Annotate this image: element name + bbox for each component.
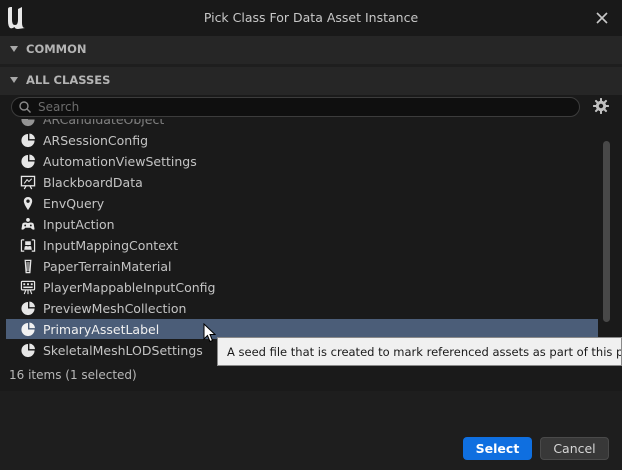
dialog-title: Pick Class For Data Asset Instance — [203, 10, 419, 25]
section-common-label: COMMON — [26, 42, 87, 56]
list-item-selected[interactable]: PrimaryAssetLabel — [6, 319, 598, 339]
list-item-label: BlackboardData — [43, 175, 143, 190]
section-all-classes-label: ALL CLASSES — [26, 73, 111, 87]
list-item-label: PreviewMeshCollection — [43, 301, 187, 316]
cancel-button[interactable]: Cancel — [540, 437, 609, 460]
paper-terrain-icon — [24, 259, 32, 274]
list-item-label: ARSessionConfig — [43, 133, 149, 148]
class-icon — [21, 133, 36, 148]
list-item-label: PrimaryAssetLabel — [43, 322, 160, 337]
location-pin-icon — [23, 196, 33, 211]
mouse-pointer-icon — [203, 323, 216, 343]
search-input[interactable] — [38, 98, 568, 116]
search-icon — [19, 101, 31, 113]
list-item[interactable]: AutomationViewSettings — [6, 151, 600, 171]
class-icon — [21, 322, 36, 337]
chevron-down-icon — [10, 77, 18, 83]
list-item[interactable]: InputAction — [6, 214, 600, 234]
class-icon — [21, 343, 36, 358]
chevron-down-icon — [10, 46, 18, 52]
list-item-label: AutomationViewSettings — [43, 154, 197, 169]
search-box[interactable] — [11, 97, 580, 117]
section-common[interactable]: COMMON — [0, 36, 622, 64]
list-item[interactable]: PlayerMappableInputConfig — [6, 277, 600, 297]
list-item-label: InputMappingContext — [43, 238, 178, 253]
item-count-status: 16 items (1 selected) — [9, 368, 137, 382]
gamepad-icon — [21, 217, 35, 230]
list-item-label: SkeletalMeshLODSettings — [43, 343, 203, 358]
list-item[interactable]: BlackboardData — [6, 172, 600, 192]
list-item-label: PlayerMappableInputConfig — [43, 280, 216, 295]
list-item-label: EnvQuery — [43, 196, 105, 211]
close-icon[interactable] — [592, 8, 612, 28]
list-item-label: InputAction — [43, 217, 115, 232]
title-bar: Pick Class For Data Asset Instance — [0, 0, 622, 36]
list-scrollbar[interactable] — [603, 141, 610, 322]
class-icon — [21, 119, 35, 127]
keyboard-icon — [20, 280, 36, 295]
class-list[interactable]: ARCandidateObject ARSessionConfig Automa… — [6, 119, 600, 362]
input-mapping-icon — [20, 239, 36, 252]
select-button[interactable]: Select — [463, 437, 532, 460]
blackboard-icon — [20, 175, 36, 190]
list-item-label: PaperTerrainMaterial — [43, 259, 172, 274]
section-all-classes[interactable]: ALL CLASSES — [0, 67, 622, 95]
class-icon — [21, 154, 36, 169]
list-item[interactable]: PaperTerrainMaterial — [6, 256, 600, 276]
list-item[interactable]: PreviewMeshCollection — [6, 298, 600, 318]
list-item[interactable]: ARSessionConfig — [6, 130, 600, 150]
tooltip: A seed file that is created to mark refe… — [217, 337, 622, 366]
tooltip-text: A seed file that is created to mark refe… — [227, 345, 622, 359]
list-item[interactable]: InputMappingContext — [6, 235, 600, 255]
class-icon — [21, 301, 36, 316]
list-item-label: ARCandidateObject — [43, 119, 165, 127]
gear-icon[interactable] — [592, 97, 610, 115]
list-item[interactable]: ARCandidateObject — [6, 119, 600, 129]
list-item[interactable]: EnvQuery — [6, 193, 600, 213]
